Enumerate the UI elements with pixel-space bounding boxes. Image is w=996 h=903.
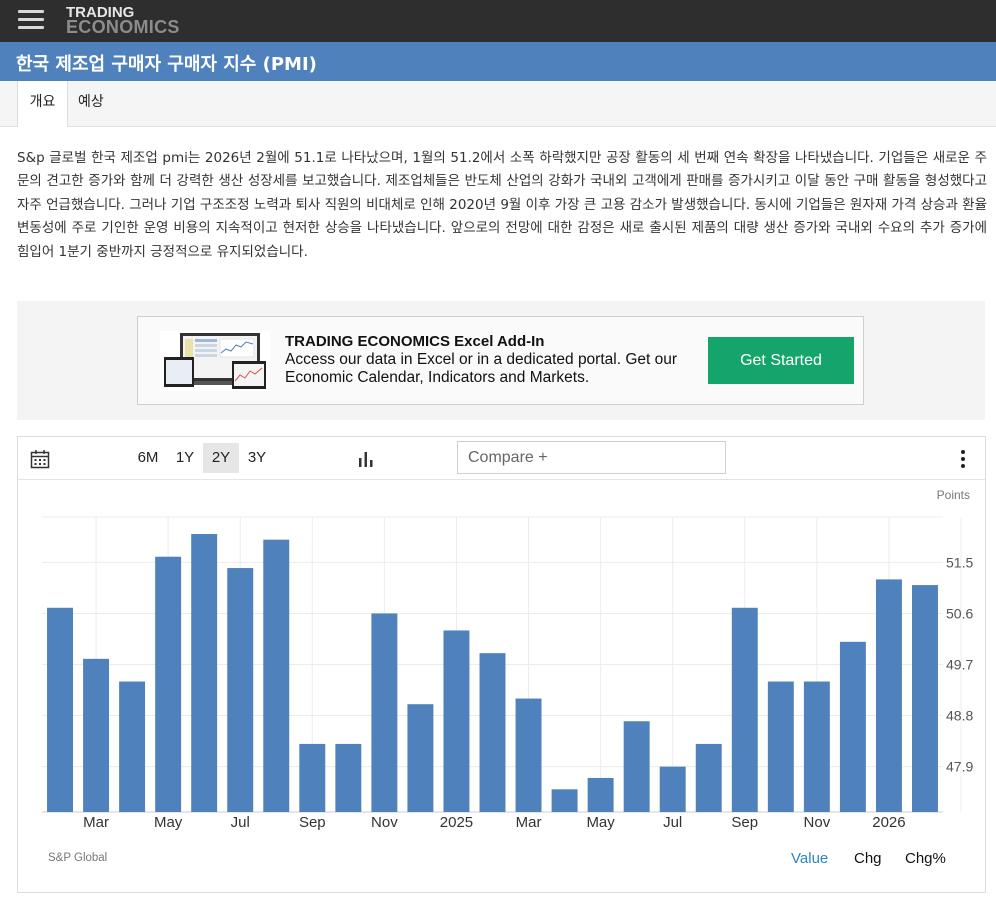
bar-2024-09[interactable]: [299, 743, 326, 812]
tab-forecast[interactable]: 예상: [78, 81, 104, 126]
bar-2024-05[interactable]: [155, 556, 182, 812]
pmi-bar-chart: 47.9 48.8 49.7 50.6 51.5 Mar May Jul Sep Nov 2025 M…: [42, 488, 973, 831]
x-tick-label: May: [154, 814, 183, 831]
bar-2024-12[interactable]: [407, 704, 434, 812]
y-tick-label: 49.7: [946, 657, 973, 673]
bar-2024-07[interactable]: [227, 568, 254, 812]
bar-2024-02[interactable]: [47, 607, 73, 812]
bar-2025-10[interactable]: [767, 681, 794, 812]
bar-2025-01[interactable]: [443, 630, 470, 812]
bar-2026-02[interactable]: [912, 585, 938, 812]
bar-2025-07[interactable]: [659, 766, 686, 812]
bar-2025-08[interactable]: [695, 743, 722, 812]
x-tick-label: Sep: [299, 814, 326, 831]
title-bar: 한국 제조업 구매자 구매자 지수 (PMI): [0, 42, 996, 81]
promo-section: TRADING ECONOMICS Excel Add-In Access ou…: [17, 301, 985, 420]
bar-2024-08[interactable]: [263, 539, 290, 812]
bar-2025-02[interactable]: [479, 653, 506, 812]
bar-2025-03[interactable]: [515, 698, 542, 812]
y-tick-label: 50.6: [946, 605, 973, 621]
tab-overview-label: 개요: [29, 94, 56, 110]
x-tick-label: Mar: [516, 814, 542, 831]
chg-percent-button[interactable]: Chg%: [905, 850, 946, 867]
x-tick-label: Jul: [663, 814, 682, 831]
x-tick-label: Nov: [804, 814, 831, 831]
bar-2025-05[interactable]: [587, 777, 614, 812]
chart-source: S&P Global: [48, 852, 108, 864]
bar-2025-09[interactable]: [731, 607, 758, 812]
get-started-button[interactable]: Get Started: [708, 337, 854, 384]
page-title: 한국 제조업 구매자 구매자 지수 (PMI): [16, 54, 317, 75]
bar-2024-11[interactable]: [371, 613, 398, 812]
site-logo[interactable]: TRADING ECONOMICS: [66, 5, 180, 37]
x-tick-label: Mar: [83, 814, 109, 831]
y-tick-label: 51.5: [946, 554, 973, 570]
promo-description: Access our data in Excel or in a dedicat…: [285, 351, 678, 386]
bar-2025-12[interactable]: [839, 641, 866, 812]
x-tick-label: 2025: [440, 814, 473, 831]
bar-2024-10[interactable]: [335, 743, 362, 812]
logo-line2: ECONOMICS: [66, 17, 180, 37]
chg-button[interactable]: Chg: [854, 850, 882, 867]
x-tick-label: 2026: [872, 814, 905, 831]
bar-2025-06[interactable]: [623, 721, 650, 812]
promo-title: TRADING ECONOMICS Excel Add-In: [285, 333, 545, 350]
x-tick-label: Jul: [231, 814, 250, 831]
excel-addin-image: [160, 331, 270, 391]
y-tick-label: 47.9: [946, 759, 973, 775]
bar-2024-03[interactable]: [83, 658, 110, 812]
tab-forecast-label: 예상: [78, 94, 104, 110]
tab-overview[interactable]: 개요: [17, 81, 68, 127]
promo-banner: TRADING ECONOMICS Excel Add-In Access ou…: [137, 316, 864, 405]
bar-2024-04[interactable]: [119, 681, 146, 812]
x-tick-label: Sep: [731, 814, 758, 831]
summary-text: S&p 글로벌 한국 제조업 pmi는 2026년 2월에 51.1로 나타났으…: [17, 150, 987, 260]
bar-2026-01[interactable]: [875, 579, 902, 812]
top-navbar: TRADING ECONOMICS: [0, 0, 996, 42]
menu-icon[interactable]: [18, 9, 46, 31]
chart-bars: [47, 534, 938, 812]
bar-2025-04[interactable]: [551, 789, 578, 812]
bar-2025-11[interactable]: [803, 681, 830, 812]
x-tick-label: Nov: [371, 814, 398, 831]
y-tick-label: 48.8: [946, 708, 973, 724]
unit-label: Points: [937, 488, 970, 502]
x-tick-label: May: [586, 814, 615, 831]
tab-bar: 개요 예상: [0, 81, 996, 127]
chart-container: 6M 1Y 2Y 3Y 47.948.849.750.651.5MarMayJu…: [17, 436, 986, 893]
value-button[interactable]: Value: [791, 850, 828, 867]
bar-2024-06[interactable]: [191, 534, 218, 812]
